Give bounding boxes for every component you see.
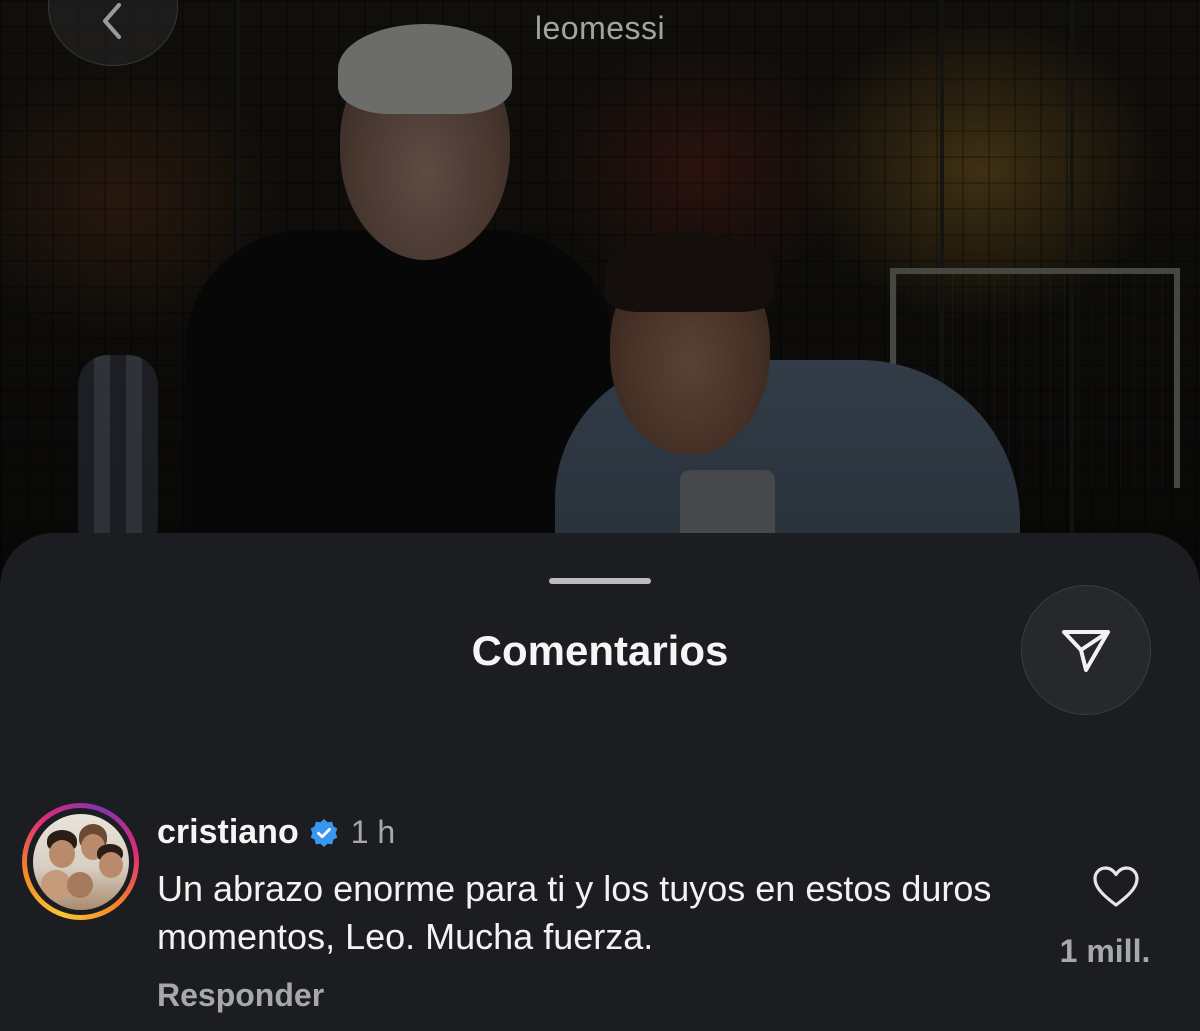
sheet-title: Comentarios <box>471 627 729 674</box>
sheet-grabber[interactable] <box>549 578 651 584</box>
share-button[interactable] <box>1021 585 1151 715</box>
verified-badge-icon <box>310 818 338 847</box>
heart-outline-icon[interactable] <box>1092 865 1140 909</box>
like-count: 1 mill. <box>1059 933 1151 969</box>
avatar <box>32 813 129 910</box>
comments-sheet: Comentarios cristiano 1 h Un abrazo enor… <box>0 533 1200 1031</box>
story-ring[interactable] <box>22 803 139 920</box>
screen: leomessi Comentarios cristiano 1 h Un ab… <box>0 0 1200 1031</box>
paper-plane-icon <box>1062 630 1110 672</box>
post-username[interactable]: leomessi <box>0 10 1200 47</box>
comment-header: cristiano 1 h <box>157 813 395 852</box>
comment-time: 1 h <box>350 814 396 850</box>
comment-text: Un abrazo enorme para ti y los tuyos en … <box>157 868 992 957</box>
comment-username[interactable]: cristiano <box>157 813 299 852</box>
post-photo <box>0 0 1200 600</box>
reply-button[interactable]: Responder <box>157 977 324 1014</box>
